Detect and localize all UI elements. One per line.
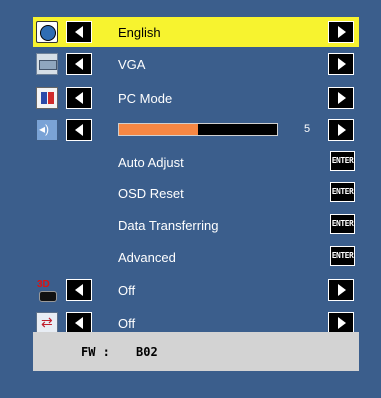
right-arrow-icon[interactable] bbox=[328, 87, 354, 109]
firmware-label: FW : bbox=[81, 345, 110, 359]
enter-button[interactable]: ENTER bbox=[330, 182, 355, 202]
left-arrow-icon[interactable] bbox=[66, 119, 92, 141]
advanced-row[interactable]: Advanced ENTER bbox=[33, 242, 359, 272]
swap-value: Off bbox=[118, 316, 136, 331]
left-arrow-icon[interactable] bbox=[66, 87, 92, 109]
mode-row[interactable]: PC Mode bbox=[33, 83, 359, 113]
language-row[interactable]: English bbox=[33, 17, 359, 47]
volume-value: 5 bbox=[304, 123, 311, 135]
osd-panel: English VGA PC Mode 5 Auto Adjust bbox=[23, 10, 369, 387]
enter-button[interactable]: ENTER bbox=[330, 246, 355, 266]
input-source-row[interactable]: VGA bbox=[33, 49, 359, 79]
language-value: English bbox=[118, 25, 161, 40]
advanced-label: Advanced bbox=[118, 250, 176, 265]
volume-slider[interactable] bbox=[118, 123, 278, 136]
pc-mode-icon bbox=[36, 87, 58, 109]
volume-slider-fill bbox=[119, 124, 198, 135]
globe-icon bbox=[36, 21, 58, 43]
right-arrow-icon[interactable] bbox=[328, 312, 354, 334]
auto-adjust-label: Auto Adjust bbox=[118, 155, 184, 170]
data-transferring-label: Data Transferring bbox=[118, 218, 219, 233]
3d-value: Off bbox=[118, 283, 136, 298]
speaker-icon bbox=[36, 119, 58, 141]
left-arrow-icon[interactable] bbox=[66, 312, 92, 334]
data-transferring-row[interactable]: Data Transferring ENTER bbox=[33, 210, 359, 240]
input-source-value: VGA bbox=[118, 57, 146, 72]
swap-icon bbox=[36, 312, 58, 334]
vga-icon bbox=[36, 53, 58, 75]
mode-value: PC Mode bbox=[118, 91, 173, 106]
auto-adjust-row[interactable]: Auto Adjust ENTER bbox=[33, 147, 359, 177]
firmware-bar: FW : B02 bbox=[33, 332, 359, 371]
3d-row[interactable]: Off bbox=[33, 275, 359, 305]
volume-row[interactable]: 5 bbox=[33, 115, 359, 145]
osd-reset-label: OSD Reset bbox=[118, 186, 184, 201]
left-arrow-icon[interactable] bbox=[66, 53, 92, 75]
3d-glasses-icon bbox=[36, 279, 58, 302]
right-arrow-icon[interactable] bbox=[328, 21, 354, 43]
left-arrow-icon[interactable] bbox=[66, 21, 92, 43]
right-arrow-icon[interactable] bbox=[328, 279, 354, 301]
osd-reset-row[interactable]: OSD Reset ENTER bbox=[33, 178, 359, 208]
firmware-version: B02 bbox=[136, 345, 158, 359]
right-arrow-icon[interactable] bbox=[328, 53, 354, 75]
right-arrow-icon[interactable] bbox=[328, 119, 354, 141]
enter-button[interactable]: ENTER bbox=[330, 151, 355, 171]
left-arrow-icon[interactable] bbox=[66, 279, 92, 301]
osd-menu: English VGA PC Mode 5 Auto Adjust bbox=[33, 17, 359, 334]
enter-button[interactable]: ENTER bbox=[330, 214, 355, 234]
